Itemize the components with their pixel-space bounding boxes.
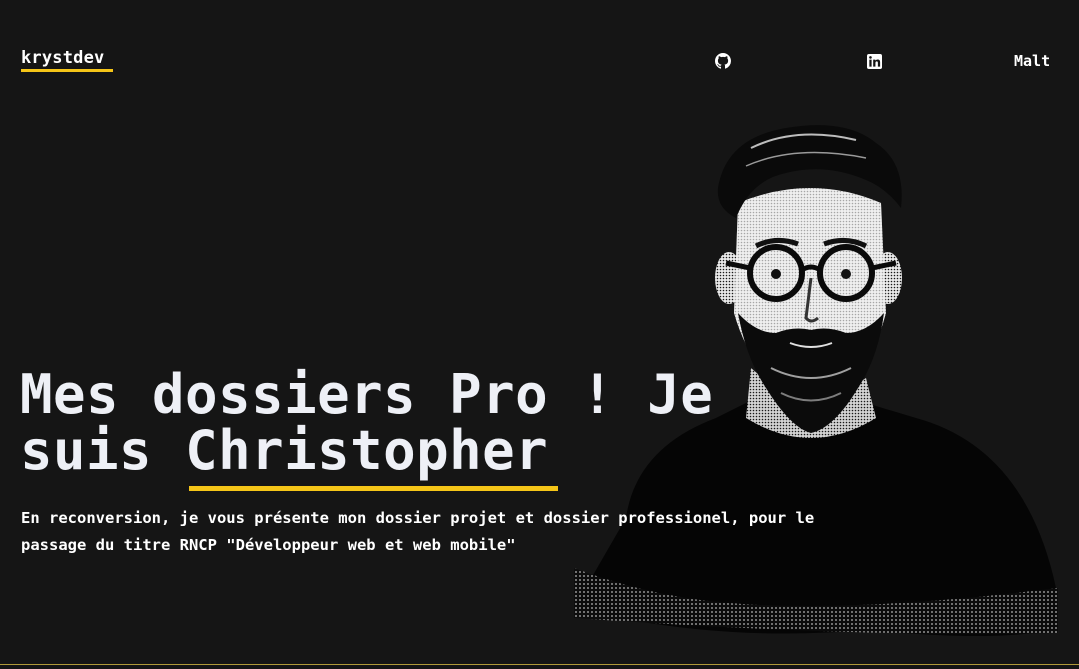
hero-title-line2: suis Christopher xyxy=(20,423,780,479)
hero-title: Mes dossiers Pro ! Je suis Christopher xyxy=(20,367,780,479)
site-logo[interactable]: krystdev xyxy=(21,48,104,68)
github-link[interactable] xyxy=(713,50,733,72)
hero-name: Christopher xyxy=(185,419,549,482)
hero-title-prefix: suis xyxy=(20,419,186,482)
section-divider xyxy=(0,664,1079,665)
hero-description: En reconversion, je vous présente mon do… xyxy=(21,509,815,554)
linkedin-icon xyxy=(866,53,882,69)
hero-name-underline xyxy=(189,486,558,491)
malt-link[interactable]: Malt xyxy=(1014,50,1060,72)
logo-underline xyxy=(21,69,113,72)
github-icon xyxy=(715,53,731,69)
linkedin-link[interactable] xyxy=(864,50,884,72)
hero-title-line1: Mes dossiers Pro ! Je xyxy=(20,363,714,426)
